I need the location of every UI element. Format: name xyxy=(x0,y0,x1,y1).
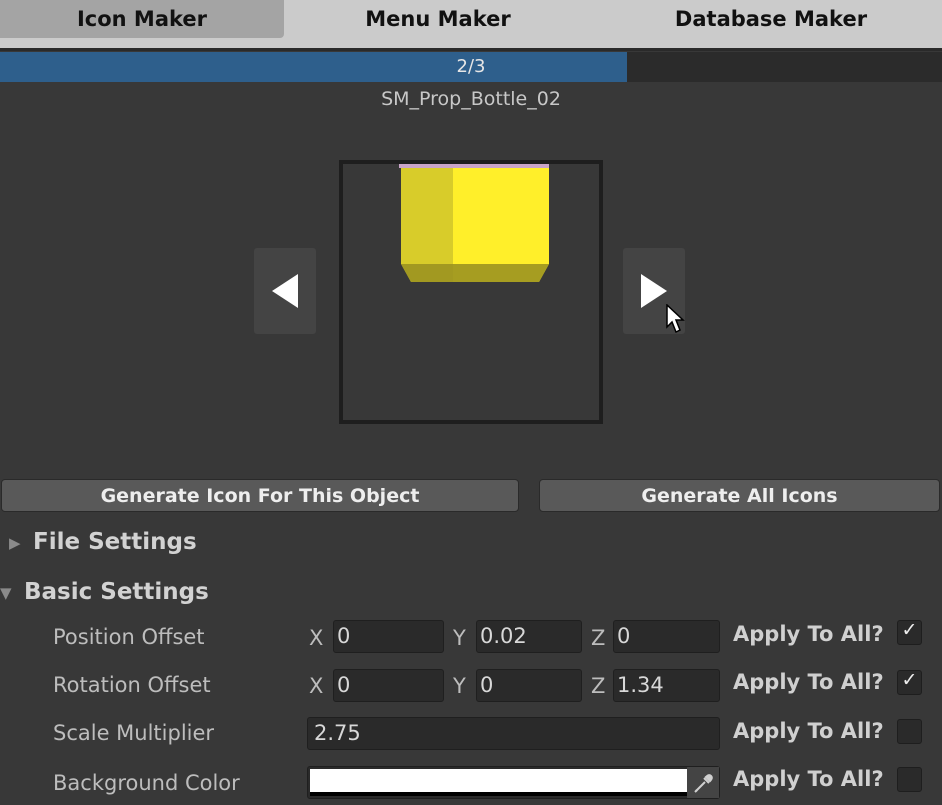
axis-y-label: Y xyxy=(453,674,466,698)
background-apply-checkbox[interactable] xyxy=(897,767,922,792)
object-preview-image xyxy=(399,164,549,282)
alpha-bar xyxy=(310,792,687,796)
axis-x-label: X xyxy=(309,626,324,650)
eyedropper-icon xyxy=(694,774,713,793)
chevron-right-icon: ▶ xyxy=(9,533,21,552)
tab-menu-maker[interactable]: Menu Maker xyxy=(284,0,592,38)
scale-apply-checkbox[interactable] xyxy=(897,719,922,744)
object-name: SM_Prop_Bottle_02 xyxy=(381,88,561,110)
rotation-apply-checkbox[interactable]: ✓ xyxy=(897,669,922,695)
position-x-field[interactable]: 0 xyxy=(333,620,444,653)
position-y-field[interactable]: 0.02 xyxy=(476,620,582,653)
apply-to-all-label: Apply To All? xyxy=(733,622,884,646)
position-z-field[interactable]: 0 xyxy=(613,620,720,653)
axis-x-label: X xyxy=(309,674,324,698)
tab-database-maker[interactable]: Database Maker xyxy=(600,0,942,38)
checkmark-icon: ✓ xyxy=(901,619,918,641)
scale-multiplier-label: Scale Multiplier xyxy=(53,721,215,745)
axis-z-label: Z xyxy=(591,674,606,698)
rotation-offset-label: Rotation Offset xyxy=(53,673,211,697)
triangle-right-icon xyxy=(641,274,667,308)
position-apply-checkbox[interactable]: ✓ xyxy=(897,619,922,645)
icon-preview xyxy=(339,160,603,424)
chevron-down-icon: ▼ xyxy=(0,583,12,602)
axis-z-label: Z xyxy=(591,626,606,650)
generate-icon-button[interactable]: Generate Icon For This Object xyxy=(1,479,519,512)
checkmark-icon: ✓ xyxy=(901,669,918,691)
rotation-x-field[interactable]: 0 xyxy=(333,669,444,702)
progress-bar: 2/3 xyxy=(0,52,942,82)
file-settings-foldout[interactable]: ▶ File Settings xyxy=(9,524,197,560)
progress-label: 2/3 xyxy=(456,56,486,77)
apply-to-all-label: Apply To All? xyxy=(733,719,884,743)
background-color-field[interactable] xyxy=(307,766,720,799)
triangle-left-icon xyxy=(272,274,298,308)
background-color-label: Background Color xyxy=(53,771,240,795)
eyedropper-button[interactable] xyxy=(687,767,719,798)
scale-multiplier-field[interactable]: 2.75 xyxy=(307,717,720,750)
mouse-cursor-icon xyxy=(666,304,685,334)
rotation-y-field[interactable]: 0 xyxy=(476,669,582,702)
file-settings-label: File Settings xyxy=(33,529,197,555)
generate-all-icons-button[interactable]: Generate All Icons xyxy=(539,479,940,512)
previous-button[interactable] xyxy=(254,248,316,334)
tab-bar: Icon Maker Menu Maker Database Maker xyxy=(0,0,942,48)
basic-settings-foldout[interactable]: ▼ Basic Settings xyxy=(0,574,209,610)
basic-settings-label: Basic Settings xyxy=(24,579,209,605)
tab-icon-maker[interactable]: Icon Maker xyxy=(0,0,284,38)
tab-divider xyxy=(0,48,942,51)
apply-to-all-label: Apply To All? xyxy=(733,767,884,791)
axis-y-label: Y xyxy=(453,626,466,650)
apply-to-all-label: Apply To All? xyxy=(733,670,884,694)
rotation-z-field[interactable]: 1.34 xyxy=(613,669,720,702)
position-offset-label: Position Offset xyxy=(53,625,205,649)
color-swatch xyxy=(310,769,687,792)
